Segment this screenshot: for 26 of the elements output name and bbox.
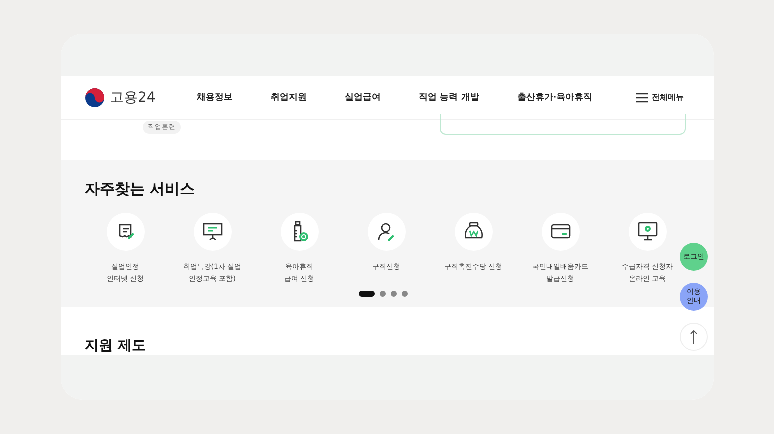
service-button[interactable] bbox=[368, 213, 406, 251]
service-button[interactable] bbox=[280, 213, 318, 251]
pagination-dot[interactable] bbox=[402, 291, 408, 297]
service-button[interactable] bbox=[542, 213, 580, 251]
nav-link[interactable]: 채용정보 bbox=[197, 91, 233, 104]
pagination-dot[interactable] bbox=[380, 291, 386, 297]
nav-link[interactable]: 직업 능력 개발 bbox=[419, 91, 480, 104]
monitor-icon bbox=[636, 222, 658, 242]
logo-icon bbox=[85, 88, 105, 108]
card-icon bbox=[550, 223, 572, 241]
service-button[interactable] bbox=[194, 213, 232, 251]
section-title: 지원 제도 bbox=[85, 337, 146, 355]
full-menu-button[interactable]: 전체메뉴 bbox=[636, 92, 684, 103]
service-button[interactable] bbox=[106, 213, 144, 251]
person-pen-icon bbox=[376, 221, 398, 243]
nav-link[interactable]: 출산휴가·육아휴직 bbox=[517, 91, 593, 104]
logo-text[interactable]: 고용24 bbox=[110, 88, 156, 106]
pagination-dot[interactable] bbox=[391, 291, 397, 297]
nav-link[interactable]: 취업지원 bbox=[271, 91, 307, 104]
section-title: 자주찾는 서비스 bbox=[85, 180, 196, 199]
presentation-board-icon bbox=[202, 222, 224, 242]
nav-link[interactable]: 실업급여 bbox=[345, 91, 381, 104]
menu-icon bbox=[636, 92, 648, 102]
service-button[interactable] bbox=[454, 213, 492, 251]
up-arrow-icon bbox=[690, 330, 698, 344]
service-button[interactable] bbox=[628, 213, 666, 251]
